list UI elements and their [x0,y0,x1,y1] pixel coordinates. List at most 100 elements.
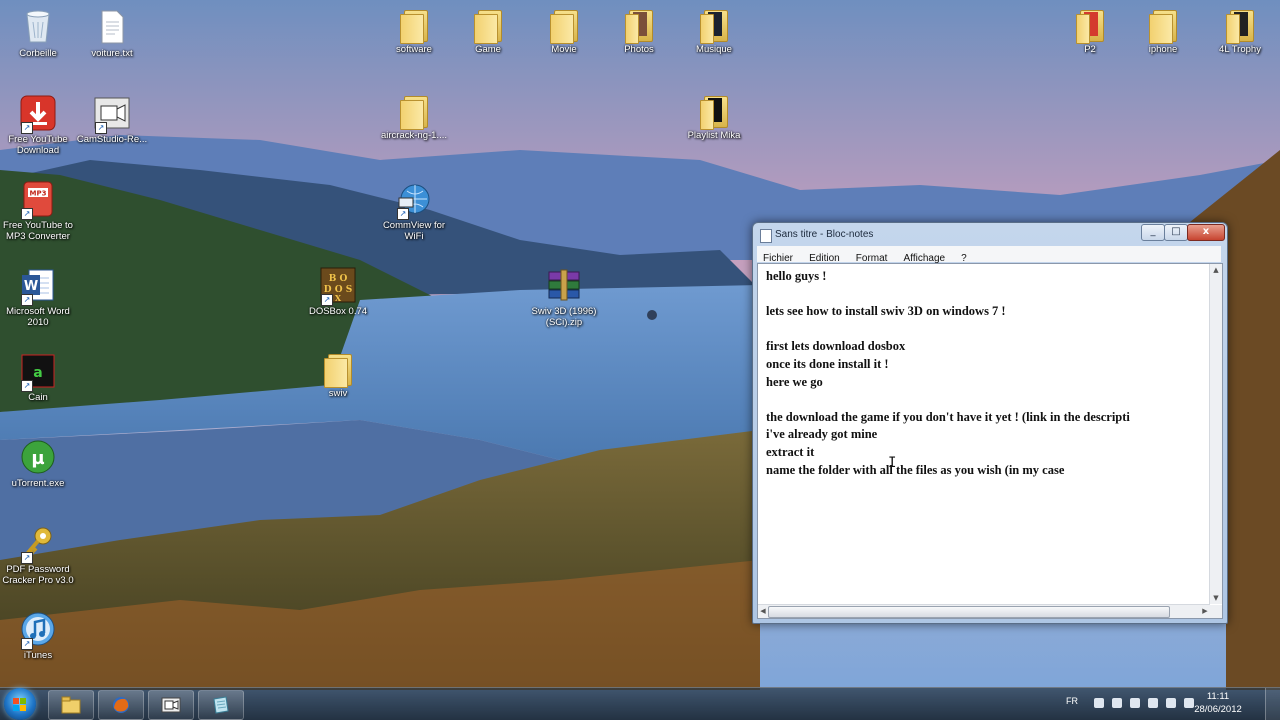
icon-label: Musique [696,44,732,55]
clock-time[interactable]: 11:11 [1188,691,1248,702]
dosbox-icon: B OD O SX ↗ [319,266,357,306]
download-arrow-icon: ↗ [19,94,57,134]
desktop-icon-playlist-mika[interactable]: Playlist Mika [676,88,752,141]
taskbar-explorer-button[interactable] [48,690,94,720]
icon-label: iphone [1148,44,1178,55]
svg-text:B O: B O [329,274,348,284]
scroll-down-arrow-icon[interactable]: ▼ [1210,592,1222,604]
desktop-icon-microsoft-word[interactable]: W ↗ Microsoft Word 2010 [0,260,76,328]
tray-app-icon[interactable] [1166,698,1176,708]
icon-label: 4L Trophy [1219,44,1261,55]
desktop-icon-free-youtube-mp3[interactable]: MP3 ↗ Free YouTube to MP3 Converter [0,174,76,242]
icon-label: Photos [624,44,654,55]
desktop-icon-musique[interactable]: Musique [676,2,752,55]
system-tray: FR 11:11 28/06/2012 [1060,688,1280,720]
clock-date[interactable]: 28/06/2012 [1188,704,1248,715]
icon-label: Playlist Mika [687,130,741,141]
desktop-icon-corbeille[interactable]: Corbeille [0,2,76,59]
desktop-icon-commview[interactable]: ↗ CommView for WiFi [376,174,452,242]
notepad-icon[interactable] [760,229,772,243]
desktop-icon-pdf-password-cracker[interactable]: ↗ PDF Password Cracker Pro v3.0 [0,518,76,586]
icon-label: Free YouTube to MP3 Converter [3,220,73,242]
text-editor[interactable]: hello guys ! lets see how to install swi… [757,263,1223,619]
taskbar-camstudio-button[interactable] [148,690,194,720]
resize-grip[interactable] [1210,605,1222,618]
desktop-icon-swiv-folder[interactable]: swiv [300,346,376,399]
tray-network-icon[interactable] [1130,698,1140,708]
desktop-icon-aircrack[interactable]: aircrack-ng-1.... [376,88,452,141]
network-globe-icon: ↗ [395,180,433,220]
utorrent-icon: µ [19,438,57,476]
icon-label: iTunes [23,650,53,661]
svg-text:MP3: MP3 [30,190,47,198]
camera-icon: ↗ [93,94,131,134]
minimize-button[interactable]: _ [1141,224,1165,241]
horizontal-scrollbar[interactable]: ◀ ▶ [758,604,1210,618]
icon-label: software [396,44,432,55]
maximize-button[interactable]: □ [1164,224,1188,241]
desktop-icon-cain[interactable]: a ↗ Cain [0,346,76,403]
desktop-icon-free-youtube-download[interactable]: ↗ Free YouTube Download [0,88,76,156]
close-button[interactable]: x [1187,224,1225,241]
scroll-left-arrow-icon[interactable]: ◀ [758,605,768,618]
desktop-icon-utorrent[interactable]: µ uTorrent.exe [0,432,76,489]
document-text[interactable]: hello guys ! lets see how to install swi… [766,268,1204,600]
svg-text:W: W [24,279,38,294]
notepad-window[interactable]: Sans titre - Bloc-notes _ □ x Fichier Ed… [752,222,1228,624]
scroll-right-arrow-icon[interactable]: ▶ [1200,605,1210,618]
text-cursor-icon: I [888,455,897,471]
folder-icon [1226,8,1254,44]
notepad-icon [211,696,231,714]
title-bar[interactable]: Sans titre - Bloc-notes _ □ x [753,223,1227,245]
taskbar-firefox-button[interactable] [98,690,144,720]
folder-icon [700,94,728,130]
word-icon: W ↗ [19,266,57,306]
camstudio-icon [161,696,181,714]
icon-label: P2 [1084,44,1096,55]
desktop-icon-game[interactable]: Game [450,2,526,55]
itunes-icon: ↗ [19,610,57,650]
icon-label: Corbeille [19,48,57,59]
menu-bar: Fichier Edition Format Affichage ? [757,246,1221,264]
desktop-icon-camstudio[interactable]: ↗ CamStudio-Re... [74,88,150,145]
desktop-icon-itunes[interactable]: ↗ iTunes [0,604,76,661]
folder-icon [324,352,352,388]
scroll-up-arrow-icon[interactable]: ▲ [1210,264,1222,276]
desktop-icon-dosbox[interactable]: B OD O SX ↗ DOSBox 0.74 [300,260,376,317]
show-desktop-button[interactable] [1265,688,1280,720]
folder-icon [400,94,428,130]
icon-label: CommView for WiFi [382,220,446,242]
desktop-icon-photos[interactable]: Photos [601,2,677,55]
winrar-archive-icon [545,266,583,304]
icon-label: Cain [28,392,48,403]
folder-icon [1076,8,1104,44]
desktop-icon-movie[interactable]: Movie [526,2,602,55]
tray-volume-icon[interactable] [1148,698,1158,708]
taskbar-notepad-button[interactable] [198,690,244,720]
horizontal-scroll-thumb[interactable] [768,606,1170,618]
language-indicator[interactable]: FR [1066,696,1078,706]
window-title: Sans titre - Bloc-notes [775,229,874,240]
icon-label: Swiv 3D (1996)(SCi).zip [531,306,597,328]
icon-label: Free YouTube Download [8,134,68,156]
tray-flag-icon[interactable] [1112,698,1122,708]
recycle-bin-icon [19,8,57,46]
svg-text:µ: µ [31,448,44,469]
desktop-icon-swiv-zip[interactable]: Swiv 3D (1996)(SCi).zip [526,260,602,328]
desktop-icon-software[interactable]: software [376,2,452,55]
key-icon: ↗ [19,524,57,564]
desktop-icon-voiture-txt[interactable]: voiture.txt [74,2,150,59]
cain-icon: a ↗ [19,352,57,392]
desktop-icon-p2[interactable]: P2 [1052,2,1128,55]
vertical-scrollbar[interactable]: ▲ ▼ [1209,264,1222,604]
desktop-icon-iphone[interactable]: iphone [1125,2,1201,55]
folder-icon [400,8,428,44]
start-button[interactable] [4,688,36,720]
folder-icon [550,8,578,44]
explorer-icon [61,696,81,714]
icon-label: Movie [551,44,577,55]
mp3-icon: MP3 ↗ [19,180,57,220]
tray-chevron-icon[interactable] [1094,698,1104,708]
desktop-icon-4l-trophy[interactable]: 4L Trophy [1202,2,1278,55]
icon-label: swiv [328,388,348,399]
